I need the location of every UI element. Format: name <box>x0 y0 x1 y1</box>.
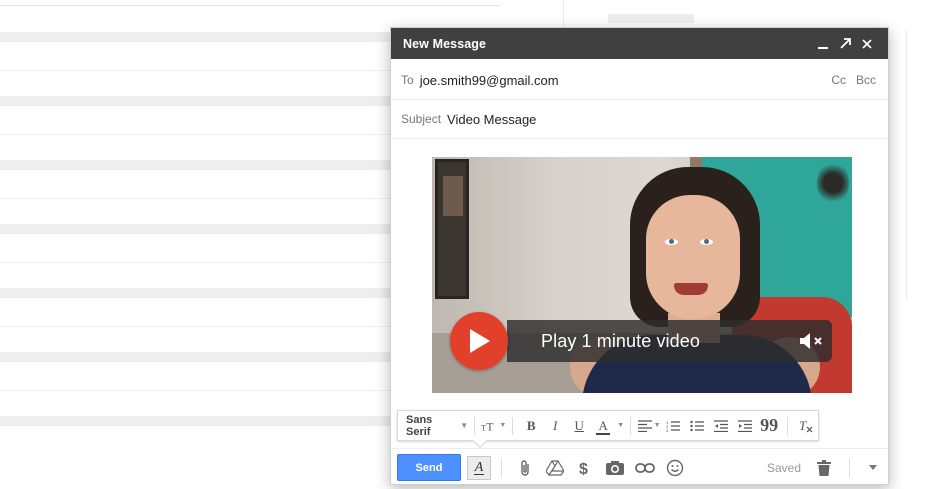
inbox-row-placeholder <box>0 32 392 42</box>
more-options-icon[interactable] <box>858 455 888 481</box>
inbox-row-placeholder <box>0 288 392 298</box>
underline-button[interactable]: U <box>567 415 591 437</box>
svg-text:$: $ <box>579 461 588 477</box>
play-icon[interactable] <box>450 312 508 370</box>
background-divider <box>906 30 907 300</box>
indent-more-icon[interactable] <box>733 415 757 437</box>
font-family-select[interactable]: Sans Serif ▼ <box>406 414 468 438</box>
align-icon[interactable]: ▼ <box>637 415 661 437</box>
chevron-down-icon: ▼ <box>653 422 661 429</box>
toolbar-divider <box>787 416 789 435</box>
draft-status: Saved <box>766 460 801 475</box>
video-thumbnail[interactable]: Play 1 minute video <box>432 157 852 393</box>
video-person-mouth <box>674 283 708 295</box>
background-placeholder <box>608 14 694 23</box>
compose-titlebar[interactable]: New Message <box>391 28 888 59</box>
money-icon[interactable]: $ <box>570 455 600 481</box>
numbered-list-icon[interactable]: 123 <box>661 415 685 437</box>
bottom-bar-divider <box>501 457 502 478</box>
inbox-row-divider <box>0 390 392 391</box>
subject-value[interactable]: Video Message <box>447 112 536 127</box>
toolbar-divider <box>512 416 514 435</box>
inbox-row-placeholder <box>0 96 392 106</box>
drive-icon[interactable] <box>540 455 570 481</box>
chevron-down-icon[interactable]: ▼ <box>617 422 624 429</box>
chevron-down-icon: ▼ <box>460 421 469 430</box>
toolbar-divider <box>474 416 476 435</box>
video-person-face <box>646 195 740 319</box>
to-label: To <box>401 73 414 87</box>
chevron-down-icon: ▼ <box>499 422 507 429</box>
close-icon[interactable] <box>856 33 878 55</box>
subject-label: Subject <box>401 112 442 126</box>
italic-button[interactable]: I <box>543 415 567 437</box>
inbox-row-placeholder <box>0 352 392 362</box>
compose-title: New Message <box>403 36 487 51</box>
to-field[interactable]: To joe.smith99@gmail.com Cc Bcc <box>391 61 888 100</box>
remove-formatting-icon[interactable]: T <box>794 415 818 437</box>
toolbar-divider <box>630 416 632 435</box>
text-color-swatch <box>596 432 611 435</box>
subject-field[interactable]: Subject Video Message <box>391 100 888 139</box>
video-cta-label: Play 1 minute video <box>541 330 700 351</box>
photo-icon[interactable] <box>600 455 630 481</box>
video-cta-bar[interactable]: Play 1 minute video <box>507 320 832 362</box>
popout-icon[interactable] <box>834 33 856 55</box>
inbox-row-divider <box>0 134 392 135</box>
bottom-bar-divider <box>849 457 850 478</box>
quote-button[interactable]: 99 <box>757 415 781 437</box>
inbox-row-placeholder <box>0 160 392 170</box>
background-divider <box>563 0 564 26</box>
cc-link[interactable]: Cc <box>831 73 846 87</box>
formatting-toggle-button[interactable]: A <box>467 455 491 480</box>
compose-window: New Message To joe.smith99@gmail.com Cc … <box>390 27 889 485</box>
video-wall-frame <box>435 159 469 299</box>
trash-icon[interactable] <box>809 455 839 481</box>
inbox-row-placeholder <box>0 416 392 426</box>
formatting-toolbar: Sans Serif ▼ TT ▼ B I U A ▼ ▼ 123 99 T <box>397 410 819 441</box>
indent-less-icon[interactable] <box>709 415 733 437</box>
mute-icon[interactable] <box>792 320 832 362</box>
video-plant <box>817 161 849 205</box>
compose-bottom-bar: Send A $ Saved <box>391 448 888 486</box>
video-person-eye <box>700 239 713 245</box>
video-frame-art <box>443 176 463 216</box>
inbox-row-placeholder <box>0 224 392 234</box>
attach-icon[interactable] <box>510 455 540 481</box>
inbox-row-divider <box>0 198 392 199</box>
bcc-link[interactable]: Bcc <box>856 73 876 87</box>
bulleted-list-icon[interactable] <box>685 415 709 437</box>
inbox-row-divider <box>0 70 392 71</box>
text-color-label: A <box>598 417 608 433</box>
inbox-row-divider <box>0 262 392 263</box>
emoji-icon[interactable] <box>660 455 690 481</box>
link-icon[interactable] <box>630 455 660 481</box>
bold-button[interactable]: B <box>519 415 543 437</box>
background-divider <box>0 5 500 6</box>
inbox-row-divider <box>0 326 392 327</box>
video-person-eye <box>665 239 678 245</box>
text-color-button[interactable]: A <box>591 415 615 437</box>
svg-text:T: T <box>481 423 486 432</box>
svg-text:T: T <box>487 420 494 432</box>
send-button[interactable]: Send <box>397 454 461 481</box>
text-size-icon[interactable]: TT ▼ <box>481 415 506 437</box>
svg-text:T: T <box>799 419 807 433</box>
font-family-label: Sans Serif <box>406 413 433 438</box>
formatting-toggle-underline <box>474 473 484 475</box>
minimize-icon[interactable] <box>812 33 834 55</box>
screen: New Message To joe.smith99@gmail.com Cc … <box>0 0 940 489</box>
to-recipient[interactable]: joe.smith99@gmail.com <box>420 73 559 88</box>
svg-text:3: 3 <box>666 428 669 432</box>
